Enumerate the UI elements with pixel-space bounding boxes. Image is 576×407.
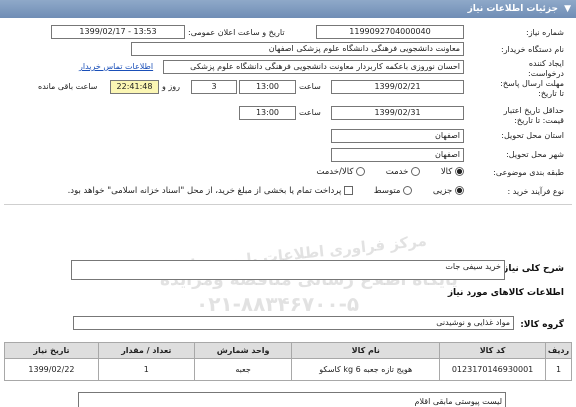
cell-quantity: 1 <box>97 358 195 381</box>
category-service-label: خدمت <box>385 167 409 177</box>
process-partial-radio[interactable] <box>455 186 464 195</box>
deadline-label: مهلت ارسال پاسخ: تا تاریخ: <box>500 79 564 98</box>
panel-title: جزئیات اطلاعات نیاز <box>467 4 558 14</box>
days-field: 3 <box>191 80 237 94</box>
panel-header: ▼ جزئیات اطلاعات نیاز <box>0 0 576 18</box>
category-goods-label: کالا <box>440 167 453 177</box>
col-header-date: تاریخ نیاز <box>4 342 99 359</box>
city-field: اصفهان <box>331 148 464 162</box>
province-label: استان محل تحویل: <box>501 131 564 140</box>
deadline-time-label: ساعت <box>299 82 321 91</box>
category-both-radio[interactable] <box>356 167 366 176</box>
buyer-field: معاونت دانشجویی فرهنگی دانشگاه علوم پزشک… <box>131 42 464 56</box>
creator-label: ایجاد کننده درخواست: <box>528 59 564 78</box>
process-label: نوع فرآیند خرید : <box>507 187 564 196</box>
process-medium-label: متوسط <box>373 186 401 196</box>
notes-field: لیست پیوستی مابقی اقلام <box>78 392 506 407</box>
deadline-date-field: 1399/02/21 <box>331 80 464 94</box>
goods-group-label: گروه کالا: <box>520 320 564 330</box>
category-both-label: کالا/خدمت <box>316 167 354 177</box>
contact-buyer-link[interactable]: اطلاعات تماس خریدار <box>79 62 153 71</box>
divider <box>4 204 572 205</box>
need-number-label: شماره نیاز: <box>526 28 564 37</box>
goods-table: ردیف کد کالا نام کالا واحد شمارش تعداد /… <box>4 342 572 381</box>
city-label: شهر محل تحویل: <box>506 150 564 159</box>
days-label: روز و <box>162 82 180 91</box>
treasury-payment-checkbox[interactable] <box>344 186 354 195</box>
goods-group-field: مواد غذایی و نوشیدنی <box>73 316 514 330</box>
process-options: جزیی متوسط پرداخت تمام یا بخشی از مبلغ خ… <box>68 186 464 196</box>
validity-time-label: ساعت <box>299 108 321 117</box>
col-header-code: کد کالا <box>439 342 547 359</box>
cell-code: 0123170146930001 <box>439 358 547 381</box>
creator-field: احسان نوروزی باعکمه کاربردار معاونت دانش… <box>163 60 464 74</box>
category-label: طبقه بندی موضوعی: <box>493 168 564 177</box>
chevron-down-icon[interactable]: ▼ <box>564 0 571 18</box>
validity-date-field: 1399/02/31 <box>331 106 464 120</box>
category-options: کالا خدمت کالا/خدمت <box>316 167 464 177</box>
category-goods-radio[interactable] <box>455 167 464 176</box>
col-header-quantity: تعداد / مقدار <box>97 342 195 359</box>
watermark-line-3: ۰۲۱-۸۸۳۴۶۷۰۰-۵ <box>196 292 360 316</box>
cell-row-number: 1 <box>545 358 572 381</box>
goods-section-title: اطلاعات کالاهای مورد نیاز <box>447 288 564 298</box>
announce-field: 1399/02/17 - 13:53 <box>51 25 185 39</box>
summary-field: خرید سیفی جات <box>71 260 505 280</box>
announce-label: تاریخ و ساعت اعلان عمومی: <box>188 28 285 37</box>
buyer-label: نام دستگاه خریدار: <box>501 45 564 54</box>
col-header-name: نام کالا <box>291 342 441 359</box>
deadline-time-field: 13:00 <box>239 80 296 94</box>
cell-unit: جعبه <box>193 358 293 381</box>
validity-label: حداقل تاریخ اعتبار قیمت: تا تاریخ: <box>503 106 564 125</box>
col-header-row-number: ردیف <box>545 342 572 359</box>
col-header-unit: واحد شمارش <box>193 342 293 359</box>
process-partial-label: جزیی <box>432 186 453 196</box>
need-number-field: 1199092704000040 <box>316 25 464 39</box>
province-field: اصفهان <box>331 129 464 143</box>
table-row[interactable]: 1 0123170146930001 هویج تازه جعبه 6 kg ک… <box>4 358 572 381</box>
payment-note: پرداخت تمام یا بخشی از مبلغ خرید، از محل… <box>67 186 342 196</box>
cell-date: 1399/02/22 <box>4 358 99 381</box>
cell-name: هویج تازه جعبه 6 kg کاسکو <box>291 358 441 381</box>
remaining-time-field: 22:41:48 <box>110 80 159 94</box>
validity-time-field: 13:00 <box>239 106 296 120</box>
process-medium-radio[interactable] <box>403 186 413 195</box>
summary-label: شرح کلی نیاز: <box>499 264 564 274</box>
category-service-radio[interactable] <box>411 167 421 176</box>
remaining-label: ساعت باقی مانده <box>38 82 98 91</box>
table-header-row: ردیف کد کالا نام کالا واحد شمارش تعداد /… <box>4 342 572 359</box>
